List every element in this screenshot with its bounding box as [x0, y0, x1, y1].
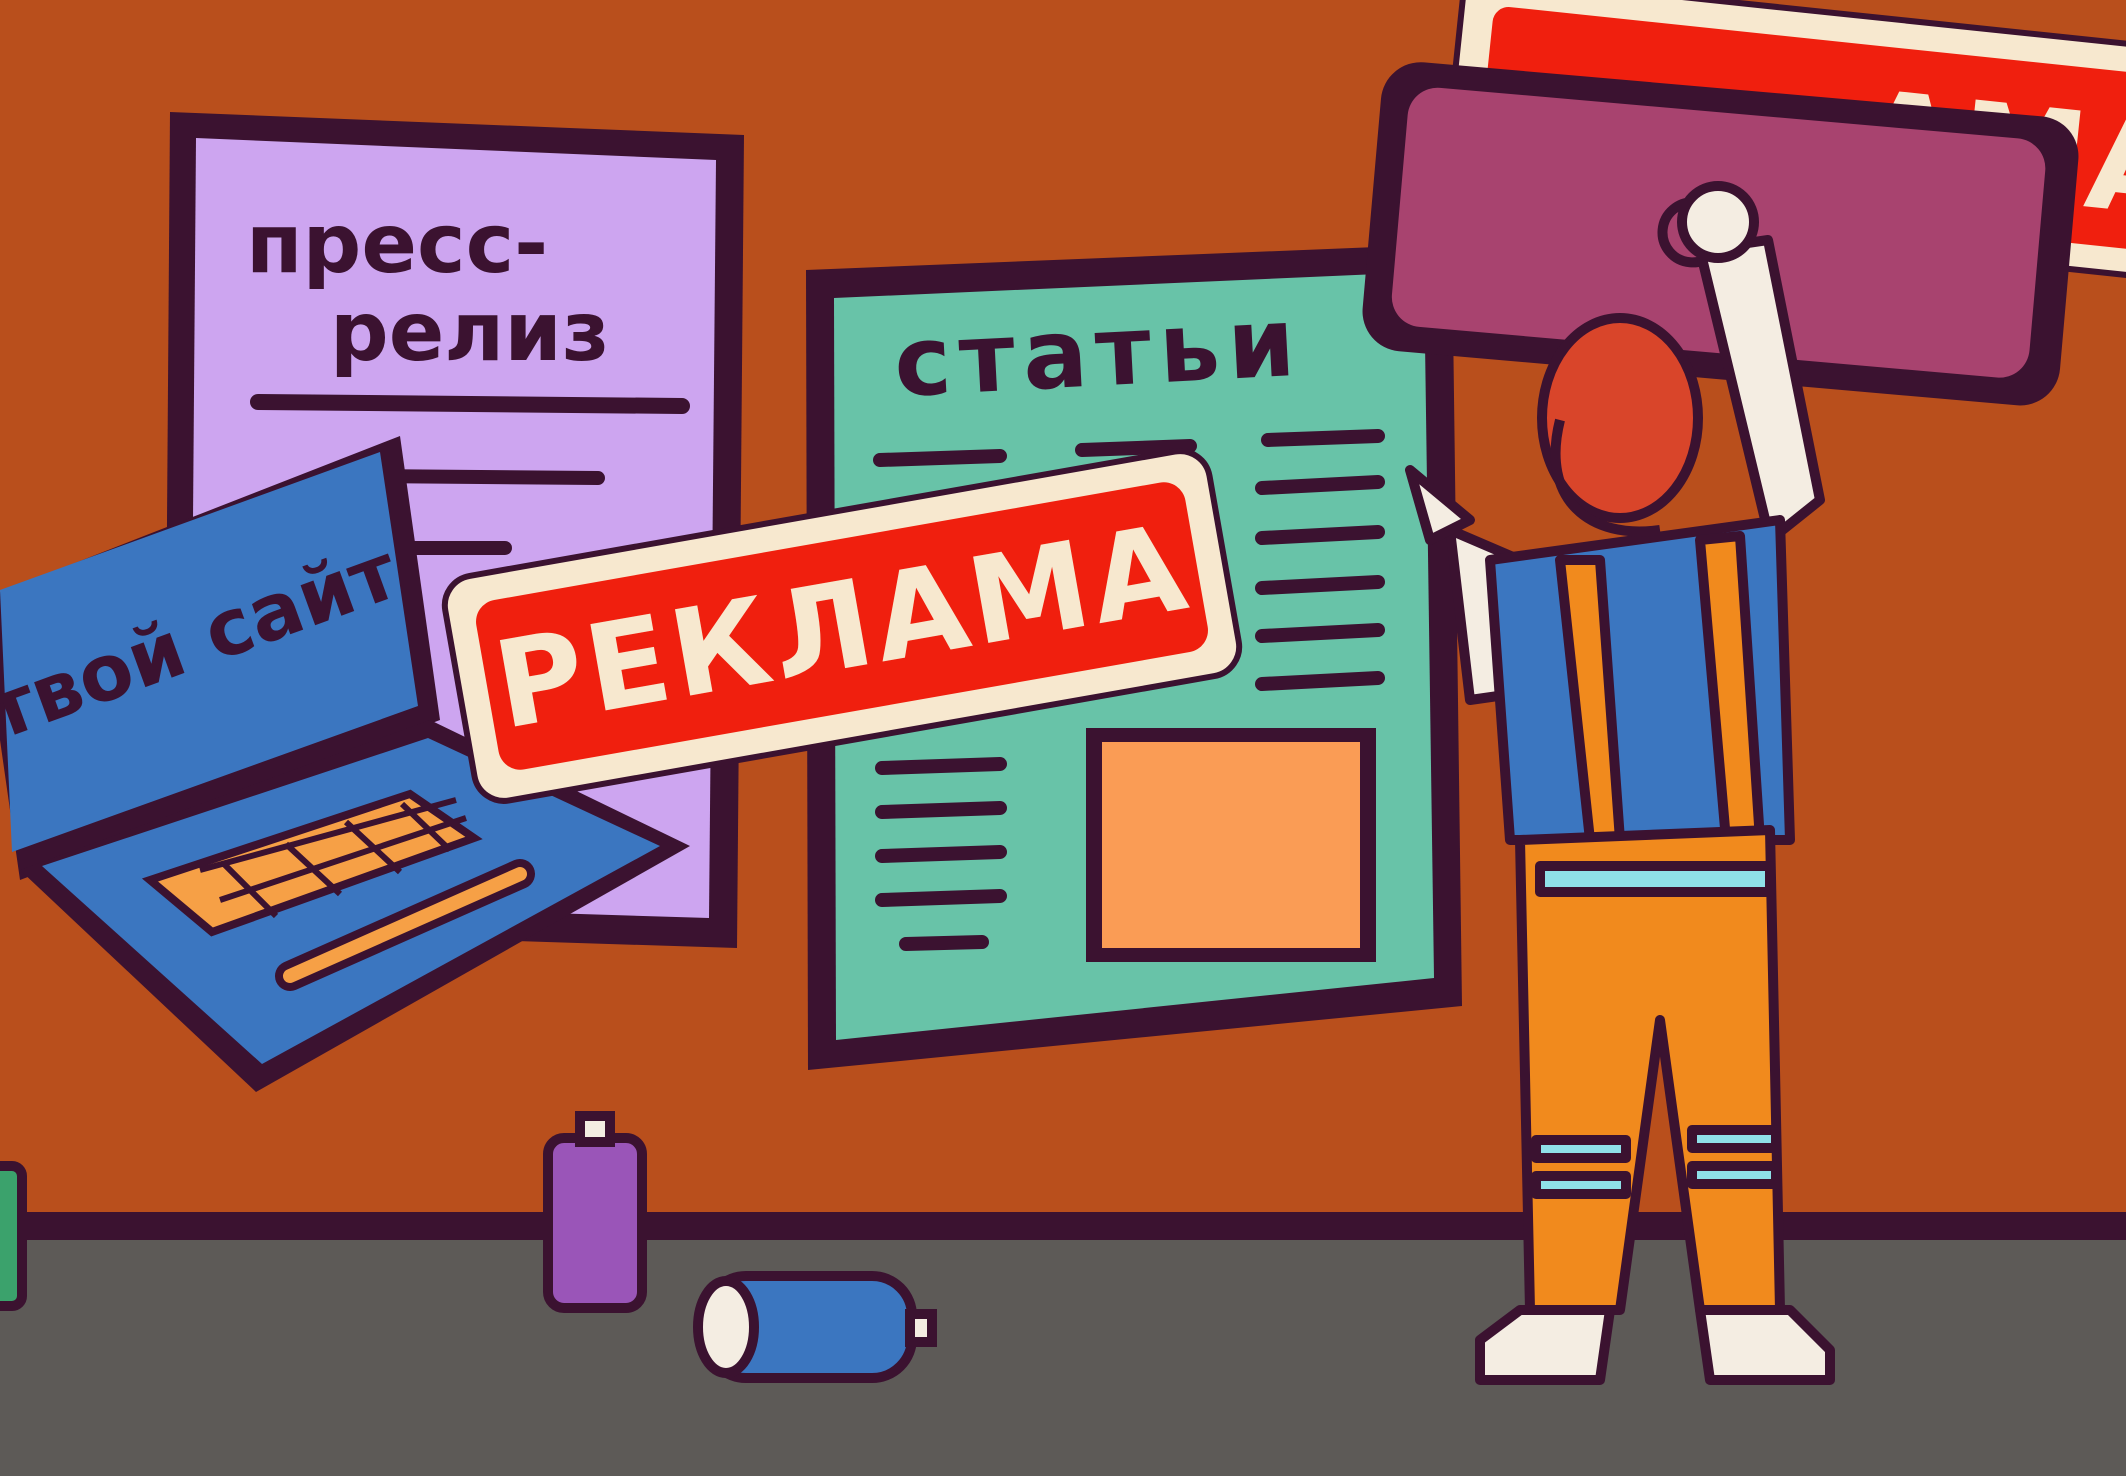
spray-can-icon-fallen — [693, 1271, 937, 1383]
baseboard-line — [0, 1212, 2126, 1240]
illustration-scene: пресс- релиз статьи АМА твой сайт — [0, 0, 2126, 1476]
press-release-title-line2: релиз — [330, 285, 609, 380]
spray-can-icon-edge — [0, 1161, 27, 1311]
articles-title: статьи — [891, 286, 1305, 419]
press-release-title-line1: пресс- — [246, 197, 548, 292]
spray-can-icon — [543, 1111, 647, 1313]
